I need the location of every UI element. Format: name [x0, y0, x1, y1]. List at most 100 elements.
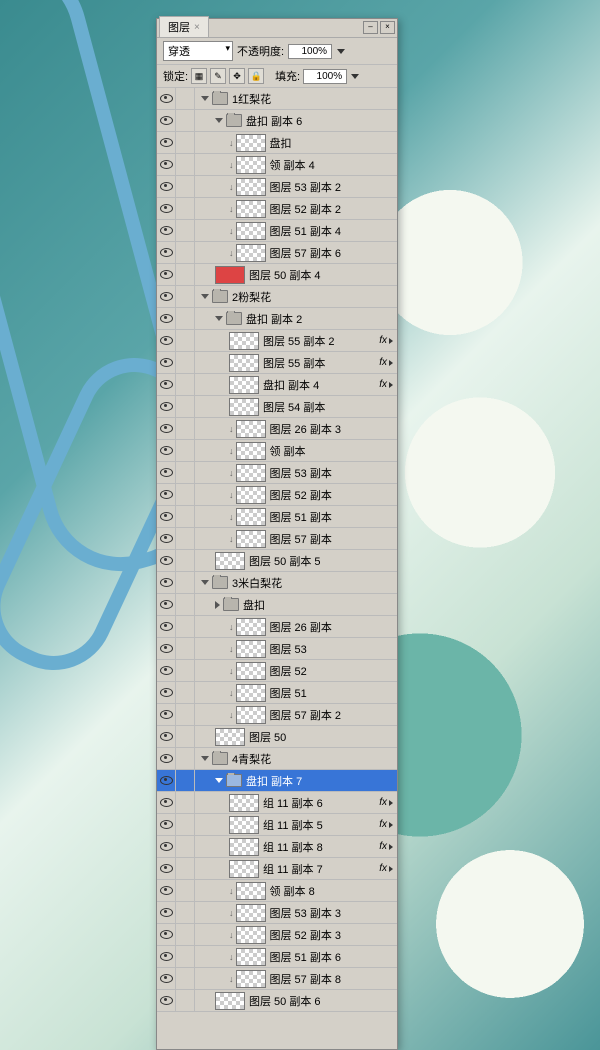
visibility-toggle[interactable] [157, 286, 176, 307]
layer-thumbnail[interactable] [215, 992, 245, 1010]
layer-row[interactable]: ↓图层 52 [157, 660, 397, 682]
link-column[interactable] [176, 594, 195, 615]
layer-row[interactable]: 图层 50 [157, 726, 397, 748]
visibility-toggle[interactable] [157, 462, 176, 483]
layer-thumbnail[interactable] [236, 640, 266, 658]
link-column[interactable] [176, 748, 195, 769]
layer-thumbnail[interactable] [236, 684, 266, 702]
layer-thumbnail[interactable] [236, 178, 266, 196]
layer-group[interactable]: 3米白梨花 [157, 572, 397, 594]
visibility-toggle[interactable] [157, 660, 176, 681]
visibility-toggle[interactable] [157, 308, 176, 329]
visibility-toggle[interactable] [157, 198, 176, 219]
link-column[interactable] [176, 880, 195, 901]
layer-thumbnail[interactable] [229, 838, 259, 856]
fx-badge[interactable]: fx [379, 357, 393, 368]
link-column[interactable] [176, 770, 195, 791]
link-column[interactable] [176, 374, 195, 395]
visibility-toggle[interactable] [157, 132, 176, 153]
layer-thumbnail[interactable] [236, 530, 266, 548]
layer-thumbnail[interactable] [236, 222, 266, 240]
visibility-toggle[interactable] [157, 528, 176, 549]
layer-row[interactable]: ↓图层 53 [157, 638, 397, 660]
close-button[interactable]: × [380, 21, 395, 34]
link-column[interactable] [176, 550, 195, 571]
layer-row[interactable]: 组 11 副本 8fx [157, 836, 397, 858]
layer-thumbnail[interactable] [236, 926, 266, 944]
layer-name[interactable]: 组 11 副本 7 [263, 861, 323, 877]
layer-name[interactable]: 图层 51 副本 [270, 509, 332, 525]
layer-name[interactable]: 图层 57 副本 [270, 531, 332, 547]
layer-thumbnail[interactable] [229, 398, 259, 416]
visibility-toggle[interactable] [157, 990, 176, 1011]
layer-name[interactable]: 组 11 副本 8 [263, 839, 323, 855]
layer-name[interactable]: 图层 57 副本 2 [270, 707, 342, 723]
layer-row[interactable]: ↓领 副本 4 [157, 154, 397, 176]
layer-name[interactable]: 图层 57 副本 6 [270, 245, 342, 261]
link-column[interactable] [176, 836, 195, 857]
visibility-toggle[interactable] [157, 924, 176, 945]
layer-name[interactable]: 盘扣 [243, 597, 265, 613]
layer-row[interactable]: ↓领 副本 8 [157, 880, 397, 902]
visibility-toggle[interactable] [157, 880, 176, 901]
layer-name[interactable]: 图层 53 副本 2 [270, 179, 342, 195]
layer-row[interactable]: ↓盘扣 [157, 132, 397, 154]
layer-thumbnail[interactable] [236, 244, 266, 262]
fx-badge[interactable]: fx [379, 797, 393, 808]
link-column[interactable] [176, 968, 195, 989]
visibility-toggle[interactable] [157, 902, 176, 923]
layer-thumbnail[interactable] [236, 156, 266, 174]
layer-name[interactable]: 图层 55 副本 2 [263, 333, 335, 349]
layer-thumbnail[interactable] [236, 904, 266, 922]
layer-thumbnail[interactable] [236, 970, 266, 988]
layer-name[interactable]: 图层 50 [249, 729, 286, 745]
layer-row[interactable]: ↓图层 26 副本 [157, 616, 397, 638]
layer-row[interactable]: 图层 50 副本 4 [157, 264, 397, 286]
fill-input[interactable]: 100% [303, 69, 347, 84]
layers-tab[interactable]: 图层× [159, 16, 209, 37]
lock-all-button[interactable]: 🔒 [248, 68, 264, 84]
visibility-toggle[interactable] [157, 352, 176, 373]
layer-thumbnail[interactable] [236, 508, 266, 526]
layer-row[interactable]: 组 11 副本 6 fx [157, 792, 397, 814]
layer-thumbnail[interactable] [215, 266, 245, 284]
layer-name[interactable]: 领 副本 8 [270, 883, 315, 899]
expand-arrow-icon[interactable] [215, 601, 220, 609]
visibility-toggle[interactable] [157, 242, 176, 263]
layer-name[interactable]: 盘扣 副本 2 [246, 311, 302, 327]
link-column[interactable] [176, 396, 195, 417]
fx-badge[interactable]: fx [379, 379, 393, 390]
layer-thumbnail[interactable] [229, 332, 259, 350]
visibility-toggle[interactable] [157, 264, 176, 285]
layer-thumbnail[interactable] [236, 948, 266, 966]
layer-name[interactable]: 图层 51 副本 4 [270, 223, 342, 239]
layer-row[interactable]: 图层 50 副本 6 [157, 990, 397, 1012]
layer-thumbnail[interactable] [229, 816, 259, 834]
layer-row[interactable]: ↓图层 52 副本 2 [157, 198, 397, 220]
layer-row[interactable]: ↓领 副本 [157, 440, 397, 462]
visibility-toggle[interactable] [157, 594, 176, 615]
expand-arrow-icon[interactable] [201, 756, 209, 761]
visibility-toggle[interactable] [157, 506, 176, 527]
layer-row[interactable]: 图层 50 副本 5 [157, 550, 397, 572]
layer-name[interactable]: 组 11 副本 5 [263, 817, 323, 833]
layer-name[interactable]: 图层 26 副本 3 [270, 421, 342, 437]
link-column[interactable] [176, 506, 195, 527]
link-column[interactable] [176, 198, 195, 219]
layer-name[interactable]: 组 11 副本 6 [263, 795, 323, 811]
layer-name[interactable]: 图层 50 副本 4 [249, 267, 321, 283]
layer-name[interactable]: 图层 55 副本 [263, 355, 325, 371]
layer-name[interactable]: 图层 26 副本 [270, 619, 332, 635]
layer-group[interactable]: 盘扣 副本 6 [157, 110, 397, 132]
layer-name[interactable]: 1红梨花 [232, 91, 271, 107]
layer-row[interactable]: 图层 55 副本 fx [157, 352, 397, 374]
lock-paint-button[interactable]: ✎ [210, 68, 226, 84]
link-column[interactable] [176, 264, 195, 285]
close-icon[interactable]: × [194, 22, 200, 33]
layer-name[interactable]: 图层 52 [270, 663, 307, 679]
layer-thumbnail[interactable] [236, 442, 266, 460]
layer-group[interactable]: 盘扣 副本 7 [157, 770, 397, 792]
layer-name[interactable]: 盘扣 [270, 135, 292, 151]
layer-group[interactable]: 1红梨花 [157, 88, 397, 110]
layer-name[interactable]: 图层 51 副本 6 [270, 949, 342, 965]
